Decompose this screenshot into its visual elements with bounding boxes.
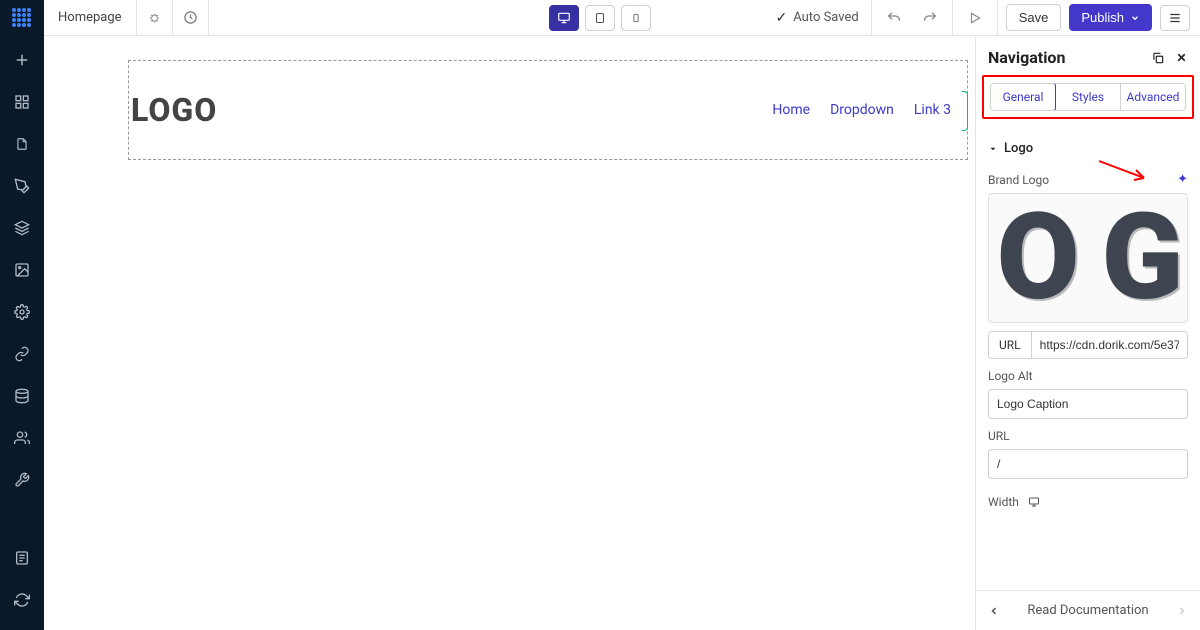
section-header-logo[interactable]: Logo: [988, 135, 1188, 162]
device-tablet-button[interactable]: [585, 5, 615, 31]
panel-header: Navigation: [976, 36, 1200, 75]
check-icon: ✓: [776, 10, 788, 26]
nav-link-dropdown[interactable]: Dropdown: [830, 102, 894, 118]
section-title-logo: Logo: [1004, 141, 1033, 156]
users-icon[interactable]: [12, 428, 32, 448]
pen-icon[interactable]: [12, 176, 32, 196]
app-logo[interactable]: [0, 0, 44, 36]
page-icon[interactable]: [12, 134, 32, 154]
auto-saved-status: ✓ Auto Saved: [764, 0, 872, 35]
caret-down-icon: [988, 144, 998, 154]
device-desktop-button[interactable]: [549, 5, 579, 31]
chevron-down-icon: [1130, 13, 1140, 23]
logo-section: Logo Brand Logo ✦ O G URL Logo Alt URL W…: [976, 127, 1200, 513]
database-icon[interactable]: [12, 386, 32, 406]
device-switcher: [549, 5, 651, 31]
tools-icon[interactable]: [12, 470, 32, 490]
panel-tabs: General Styles Advanced: [990, 83, 1186, 111]
publish-label: Publish: [1081, 10, 1124, 25]
close-icon[interactable]: [1175, 51, 1188, 65]
logo-preview[interactable]: O G: [988, 193, 1188, 323]
nav-links: Home Dropdown Link 3: [772, 102, 967, 118]
device-mobile-button[interactable]: [621, 5, 651, 31]
properties-panel: Navigation General Styles Advanced Logo …: [975, 36, 1200, 630]
add-icon[interactable]: [12, 50, 32, 70]
save-button[interactable]: Save: [1006, 4, 1062, 31]
link-url-input[interactable]: [988, 449, 1188, 479]
breadcrumb[interactable]: Homepage: [44, 0, 137, 35]
width-field: Width: [988, 495, 1188, 509]
layers-icon[interactable]: [12, 218, 32, 238]
logo-url-field: URL: [988, 331, 1188, 359]
forward-icon[interactable]: [1176, 605, 1188, 617]
preview-button[interactable]: [961, 4, 989, 32]
tab-advanced[interactable]: Advanced: [1120, 84, 1185, 110]
history-icon[interactable]: [173, 0, 209, 36]
copy-icon[interactable]: [1151, 51, 1165, 65]
tabs-container: General Styles Advanced: [976, 75, 1200, 127]
navigation-element[interactable]: LOGO Home Dropdown Link 3: [128, 60, 968, 160]
link-icon[interactable]: [12, 344, 32, 364]
logo-alt-label: Logo Alt: [988, 369, 1188, 383]
top-toolbar: Homepage ✓ Auto Saved Save: [0, 0, 1200, 36]
link-url-label: URL: [988, 429, 1188, 443]
panel-title: Navigation: [988, 48, 1065, 67]
left-sidebar: [0, 36, 44, 630]
logo-preview-image: O G: [997, 193, 1180, 323]
width-label: Width: [988, 495, 1019, 509]
menu-button[interactable]: [1160, 5, 1190, 31]
layout-icon[interactable]: [12, 92, 32, 112]
app-logo-icon: [12, 8, 32, 28]
read-documentation-link[interactable]: Read Documentation: [1027, 603, 1148, 618]
url-prefix-label: URL: [989, 332, 1032, 358]
refresh-icon[interactable]: [12, 590, 32, 610]
tab-general[interactable]: General: [990, 83, 1056, 111]
notes-icon[interactable]: [12, 548, 32, 568]
redo-button[interactable]: [916, 4, 944, 32]
back-icon[interactable]: [988, 605, 1000, 617]
toolbar-right: ✓ Auto Saved Save Publish: [764, 0, 1200, 35]
auto-saved-label: Auto Saved: [793, 10, 858, 25]
selection-handle[interactable]: [962, 91, 968, 131]
annotation-highlight: General Styles Advanced: [982, 75, 1194, 119]
canvas-area[interactable]: LOGO Home Dropdown Link 3: [44, 36, 975, 630]
tab-styles[interactable]: Styles: [1055, 84, 1120, 110]
desktop-icon[interactable]: [1027, 496, 1041, 508]
undo-button[interactable]: [880, 4, 908, 32]
logo-alt-input[interactable]: [988, 389, 1188, 419]
image-icon[interactable]: [12, 260, 32, 280]
gear-icon[interactable]: [12, 302, 32, 322]
brand-logo-label: Brand Logo ✦: [988, 172, 1188, 187]
logo-url-input[interactable]: [1032, 332, 1187, 358]
nav-logo-text: LOGO: [131, 91, 217, 129]
settings-icon[interactable]: [137, 0, 173, 36]
publish-button[interactable]: Publish: [1069, 4, 1152, 31]
nav-link-3[interactable]: Link 3: [914, 102, 951, 118]
sparkle-icon[interactable]: ✦: [1177, 172, 1188, 187]
nav-link-home[interactable]: Home: [772, 102, 810, 118]
panel-footer: Read Documentation: [976, 590, 1200, 630]
